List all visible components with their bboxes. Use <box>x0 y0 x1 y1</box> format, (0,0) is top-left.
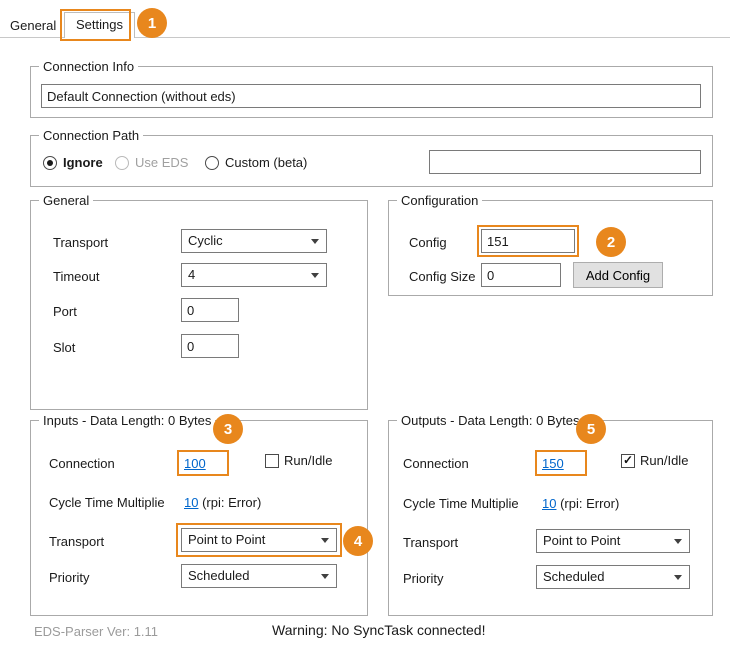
inputs-transport-label: Transport <box>49 534 104 549</box>
eds-parser-version: EDS-Parser Ver: 1.11 <box>34 624 158 639</box>
chevron-down-icon <box>321 574 329 579</box>
inputs-priority-select-value: Scheduled <box>188 568 249 583</box>
inputs-transport-select[interactable]: Point to Point <box>181 528 337 552</box>
radio-circle-icon <box>205 156 219 170</box>
port-input[interactable] <box>181 298 239 322</box>
inputs-connection-label: Connection <box>49 456 115 471</box>
inputs-cycle-label: Cycle Time Multiplie <box>49 495 165 510</box>
general-group: General Transport Cyclic Timeout 4 Port … <box>30 200 368 410</box>
transport-select-value: Cyclic <box>188 233 223 248</box>
chevron-down-icon <box>674 539 682 544</box>
outputs-cycle-label: Cycle Time Multiplie <box>403 496 519 511</box>
inputs-connection-link[interactable]: 100 <box>184 456 206 471</box>
slot-label: Slot <box>53 340 75 355</box>
inputs-cycle-suffix: (rpi: Error) <box>202 495 261 510</box>
tab-general[interactable]: General <box>10 18 56 33</box>
connection-info-group-title: Connection Info <box>39 59 138 74</box>
outputs-priority-label: Priority <box>403 571 443 586</box>
chevron-down-icon <box>311 273 319 278</box>
outputs-cycle-value-row: 10 (rpi: Error) <box>542 496 619 511</box>
chevron-down-icon <box>321 538 329 543</box>
outputs-priority-select[interactable]: Scheduled <box>536 565 690 589</box>
transport-label: Transport <box>53 235 108 250</box>
timeout-select[interactable]: 4 <box>181 263 327 287</box>
outputs-transport-select[interactable]: Point to Point <box>536 529 690 553</box>
outputs-connection-label: Connection <box>403 456 469 471</box>
timeout-label: Timeout <box>53 269 99 284</box>
tab-settings[interactable]: Settings <box>64 12 135 38</box>
transport-select[interactable]: Cyclic <box>181 229 327 253</box>
slot-input[interactable] <box>181 334 239 358</box>
radio-circle-icon <box>115 156 129 170</box>
add-config-button[interactable]: Add Config <box>573 262 663 288</box>
connection-path-group: Connection Path Ignore Use EDS Custom (b… <box>30 135 713 187</box>
outputs-group-title: Outputs - Data Length: 0 Bytes <box>397 413 584 428</box>
outputs-transport-label: Transport <box>403 535 458 550</box>
inputs-cycle-value-row: 10 (rpi: Error) <box>184 495 261 510</box>
callout-3: 3 <box>213 414 243 444</box>
checkbox-icon <box>265 454 279 468</box>
callout-1: 1 <box>137 8 167 38</box>
settings-tab-page: General Settings 1 Connection Info Conne… <box>0 0 730 647</box>
config-size-input[interactable] <box>481 263 561 287</box>
connection-info-input[interactable] <box>41 84 701 108</box>
config-input[interactable] <box>481 229 575 253</box>
radio-custom-beta-label: Custom (beta) <box>225 155 307 170</box>
radio-use-eds-label: Use EDS <box>135 155 188 170</box>
inputs-run-idle-checkbox[interactable]: Run/Idle <box>265 453 332 468</box>
inputs-cycle-link[interactable]: 10 <box>184 495 198 510</box>
outputs-priority-select-value: Scheduled <box>543 569 604 584</box>
inputs-transport-select-value: Point to Point <box>188 532 265 547</box>
outputs-connection-link[interactable]: 150 <box>542 456 564 471</box>
radio-circle-icon <box>43 156 57 170</box>
inputs-group-title: Inputs - Data Length: 0 Bytes <box>39 413 215 428</box>
outputs-run-idle-label: Run/Idle <box>640 453 688 468</box>
inputs-priority-select[interactable]: Scheduled <box>181 564 337 588</box>
checkbox-icon <box>621 454 635 468</box>
inputs-group: Inputs - Data Length: 0 Bytes 3 Connecti… <box>30 420 368 616</box>
chevron-down-icon <box>674 575 682 580</box>
config-size-label: Config Size <box>409 269 475 284</box>
connection-path-group-title: Connection Path <box>39 128 143 143</box>
radio-ignore[interactable]: Ignore <box>43 155 103 170</box>
chevron-down-icon <box>311 239 319 244</box>
radio-ignore-label: Ignore <box>63 155 103 170</box>
timeout-select-value: 4 <box>188 267 195 282</box>
callout-5: 5 <box>576 414 606 444</box>
callout-4: 4 <box>343 526 373 556</box>
general-group-title: General <box>39 193 93 208</box>
outputs-group: Outputs - Data Length: 0 Bytes 5 Connect… <box>388 420 713 616</box>
configuration-group: Configuration Config 2 Config Size Add C… <box>388 200 713 296</box>
outputs-run-idle-checkbox[interactable]: Run/Idle <box>621 453 688 468</box>
port-label: Port <box>53 304 77 319</box>
radio-use-eds[interactable]: Use EDS <box>115 155 188 170</box>
callout-2: 2 <box>596 227 626 257</box>
config-label: Config <box>409 235 447 250</box>
connection-path-input[interactable] <box>429 150 701 174</box>
outputs-transport-select-value: Point to Point <box>543 533 620 548</box>
outputs-cycle-link[interactable]: 10 <box>542 496 556 511</box>
inputs-run-idle-label: Run/Idle <box>284 453 332 468</box>
outputs-cycle-suffix: (rpi: Error) <box>560 496 619 511</box>
connection-info-group: Connection Info <box>30 66 713 118</box>
configuration-group-title: Configuration <box>397 193 482 208</box>
inputs-priority-label: Priority <box>49 570 89 585</box>
radio-custom-beta[interactable]: Custom (beta) <box>205 155 307 170</box>
synctask-warning: Warning: No SyncTask connected! <box>272 622 485 638</box>
